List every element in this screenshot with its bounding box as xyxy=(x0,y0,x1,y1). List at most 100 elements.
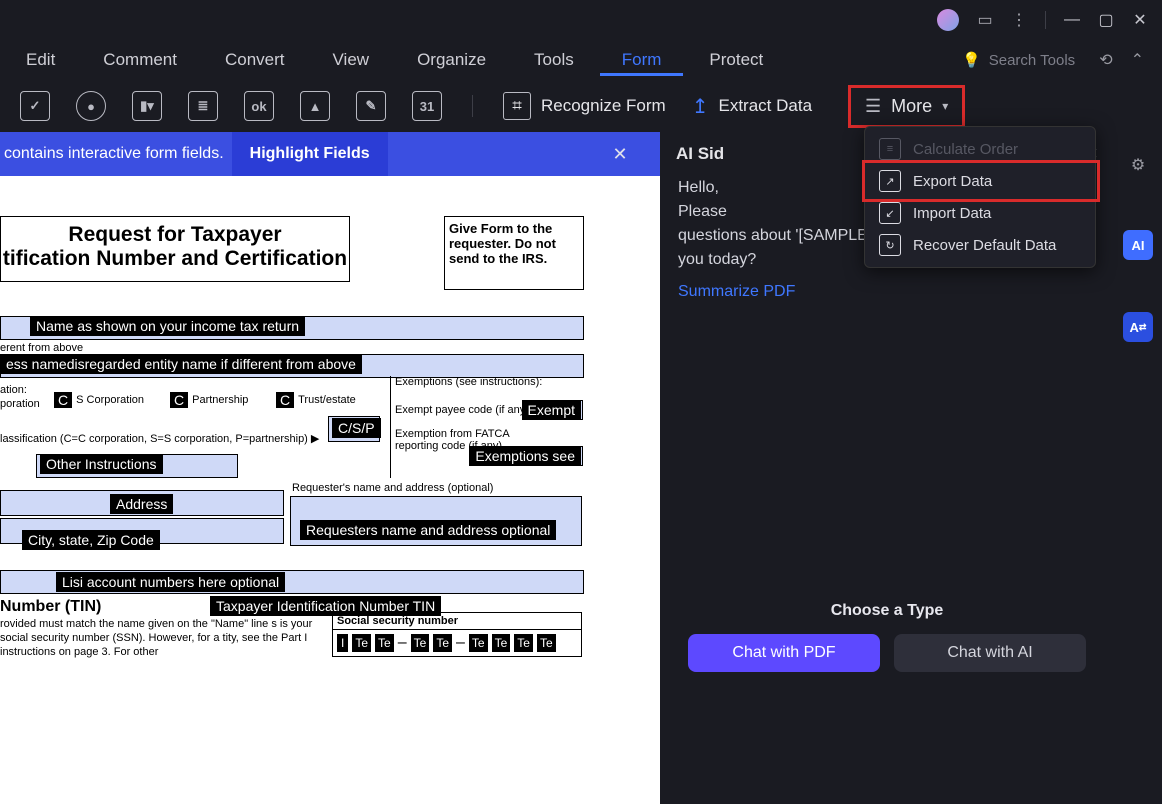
ok-button-field-icon[interactable]: ok xyxy=(244,91,274,121)
import-data-item[interactable]: ↙ Import Data xyxy=(865,197,1095,229)
csp-label: C/S/P xyxy=(332,418,381,438)
upload-icon: ↥ xyxy=(692,94,709,119)
name-label: Name as shown on your income tax return xyxy=(30,316,305,336)
date-field-icon[interactable]: 31 xyxy=(412,91,442,121)
exempt-label: Exempt xyxy=(522,400,581,420)
ssn-header: Social security number xyxy=(333,613,581,630)
export-data-label: Export Data xyxy=(913,173,992,190)
more-button-highlight: ☰ More ▾ xyxy=(848,85,965,128)
ssn-box[interactable]: Te xyxy=(514,634,533,652)
calculate-icon: ≡ xyxy=(879,138,901,160)
close-window-button[interactable]: ✕ xyxy=(1132,12,1148,28)
tin-body-text: rovided must match the name given on the… xyxy=(0,618,320,659)
image-field-icon[interactable]: ▲ xyxy=(300,91,330,121)
export-data-item[interactable]: ↗ Export Data xyxy=(865,165,1095,197)
acct-label: Lisi account numbers here optional xyxy=(56,572,285,592)
more-button[interactable]: ☰ More ▾ xyxy=(851,88,962,125)
recover-default-item[interactable]: ↻ Recover Default Data xyxy=(865,229,1095,261)
extract-label: Extract Data xyxy=(718,96,812,116)
give-form-box: Give Form to the requester. Do not send … xyxy=(444,216,584,290)
hamburger-check-icon: ☰ xyxy=(865,96,881,117)
c-box-3: C xyxy=(276,392,294,408)
recognize-icon: ⌗ xyxy=(503,92,531,120)
toolbar-separator xyxy=(472,95,473,117)
chat-with-pdf-button[interactable]: Chat with PDF xyxy=(688,634,880,672)
diff-above-text: erent from above xyxy=(0,342,83,354)
ai-badge[interactable]: AI xyxy=(1123,230,1153,260)
menu-organize[interactable]: Organize xyxy=(395,44,508,76)
recover-default-label: Recover Default Data xyxy=(913,237,1056,254)
recover-icon: ↻ xyxy=(879,234,901,256)
more-dropdown: ≡ Calculate Order ↗ Export Data ↙ Import… xyxy=(864,126,1096,268)
menu-comment[interactable]: Comment xyxy=(81,44,199,76)
chat-with-ai-button[interactable]: Chat with AI xyxy=(894,634,1086,672)
partner-text: Partnership xyxy=(192,394,248,406)
form-toolbar: ✓ ● ▮▾ ≣ ok ▲ ✎ 31 ⌗ Recognize Form ↥ Ex… xyxy=(0,80,1162,132)
summarize-pdf-link[interactable]: Summarize PDF xyxy=(678,280,795,304)
c-box-1: C xyxy=(54,392,72,408)
search-tools[interactable]: 💡 Search Tools xyxy=(962,51,1095,69)
export-icon: ↗ xyxy=(879,170,901,192)
ssn-box[interactable]: Te xyxy=(469,634,488,652)
requester-header: Requester's name and address (optional) xyxy=(292,482,493,494)
choose-type-block: Choose a Type Chat with PDF Chat with AI xyxy=(660,602,1114,672)
ssn-box[interactable]: Te xyxy=(352,634,371,652)
list-field-icon[interactable]: ≣ xyxy=(188,91,218,121)
menu-tools[interactable]: Tools xyxy=(512,44,596,76)
menu-view[interactable]: View xyxy=(311,44,392,76)
ssn-box[interactable]: I xyxy=(337,634,348,652)
radio-field-icon[interactable]: ● xyxy=(76,91,106,121)
address-label: Address xyxy=(110,494,173,514)
menu-form[interactable]: Form xyxy=(600,44,684,76)
exemptions-see-label: Exemptions see xyxy=(469,446,581,466)
trust-text: Trust/estate xyxy=(298,394,356,406)
notes-icon[interactable]: ▭ xyxy=(977,12,993,28)
title-bar: ▭ ⋮ — ▢ ✕ xyxy=(0,0,1162,40)
kebab-menu-icon[interactable]: ⋮ xyxy=(1011,12,1027,28)
dropdown-field-icon[interactable]: ▮▾ xyxy=(132,91,162,121)
scorp-text: S Corporation xyxy=(76,394,144,406)
city-label: City, state, Zip Code xyxy=(22,530,160,550)
minimize-button[interactable]: — xyxy=(1064,12,1080,28)
highlight-fields-button[interactable]: Highlight Fields xyxy=(232,132,388,176)
ssn-box[interactable]: Te xyxy=(537,634,556,652)
c-box-2: C xyxy=(170,392,188,408)
ai-panel-title: AI Sid xyxy=(676,144,724,164)
import-icon: ↙ xyxy=(879,202,901,224)
recognize-label: Recognize Form xyxy=(541,96,666,116)
exempt-header: Exemptions (see instructions): xyxy=(395,376,585,388)
pdf-page[interactable]: Request for Taxpayer tification Number a… xyxy=(0,176,660,804)
sliders-icon[interactable]: ⚙ xyxy=(1125,152,1151,178)
ssn-box[interactable]: Te xyxy=(433,634,452,652)
extract-data-button[interactable]: ↥ Extract Data xyxy=(692,94,812,119)
cloud-sync-icon[interactable]: ⟲ xyxy=(1099,50,1112,70)
banner-close-button[interactable]: ✕ xyxy=(598,132,642,176)
user-avatar[interactable] xyxy=(937,9,959,31)
right-rail: ⚙ AI A⇄ xyxy=(1114,132,1162,672)
import-data-label: Import Data xyxy=(913,205,991,222)
maximize-button[interactable]: ▢ xyxy=(1098,12,1114,28)
menu-bar: Edit Comment Convert View Organize Tools… xyxy=(0,40,1162,80)
menu-convert[interactable]: Convert xyxy=(203,44,307,76)
calculate-order-label: Calculate Order xyxy=(913,141,1018,158)
banner-message: contains interactive form fields. xyxy=(0,145,232,163)
signature-field-icon[interactable]: ✎ xyxy=(356,91,386,121)
chevron-down-icon: ▾ xyxy=(942,99,948,113)
menu-protect[interactable]: Protect xyxy=(687,44,785,76)
recognize-form-button[interactable]: ⌗ Recognize Form xyxy=(503,92,666,120)
poration-text: poration xyxy=(0,398,40,410)
ssn-box[interactable]: Te xyxy=(492,634,511,652)
ssn-box[interactable]: Te xyxy=(375,634,394,652)
chevron-up-icon[interactable]: ⌃ xyxy=(1131,50,1144,70)
translate-badge[interactable]: A⇄ xyxy=(1123,312,1153,342)
document-pane: contains interactive form fields. Highli… xyxy=(0,132,660,672)
other-label: Other Instructions xyxy=(40,454,163,474)
doc-title-line2: tification Number and Certification xyxy=(1,247,349,271)
classif-text: lassification (C=C corporation, S=S corp… xyxy=(0,432,319,445)
ssn-box[interactable]: Te xyxy=(411,634,430,652)
doc-title-line1: Request for Taxpayer xyxy=(1,217,349,247)
choose-type-title: Choose a Type xyxy=(688,602,1086,620)
menu-edit[interactable]: Edit xyxy=(4,44,77,76)
divider xyxy=(1045,11,1046,29)
checkbox-field-icon[interactable]: ✓ xyxy=(20,91,50,121)
